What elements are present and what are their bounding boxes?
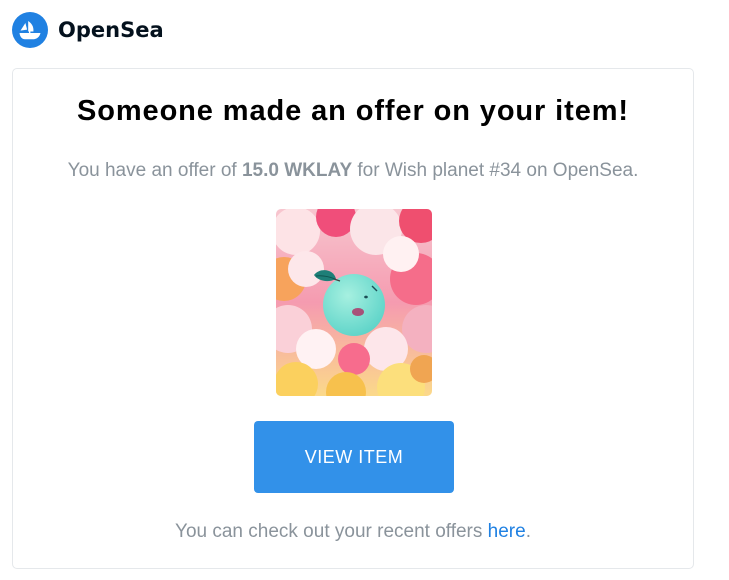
recent-offers-note: You can check out your recent offers her…	[13, 521, 693, 543]
offer-description: You have an offer of 15.0 WKLAY for Wish…	[13, 160, 693, 182]
opensea-logo-icon[interactable]	[12, 12, 48, 48]
offer-description-prefix: You have an offer of	[67, 160, 242, 181]
recent-offers-suffix: .	[525, 521, 531, 542]
page-title: Someone made an offer on your item!	[77, 95, 629, 127]
offer-card: Someone made an offer on your item! You …	[12, 68, 694, 569]
email-header: OpenSea	[12, 12, 164, 48]
recent-offers-link[interactable]: here	[488, 521, 526, 542]
offer-description-item: for Wish planet #34 on OpenSea.	[352, 160, 639, 181]
offer-amount: 15.0 WKLAY	[241, 160, 353, 181]
view-item-button[interactable]: VIEW ITEM	[254, 421, 454, 493]
brand-name: OpenSea	[58, 18, 164, 42]
nft-artwork-image[interactable]	[276, 209, 432, 396]
recent-offers-text: You can check out your recent offers	[175, 521, 488, 542]
